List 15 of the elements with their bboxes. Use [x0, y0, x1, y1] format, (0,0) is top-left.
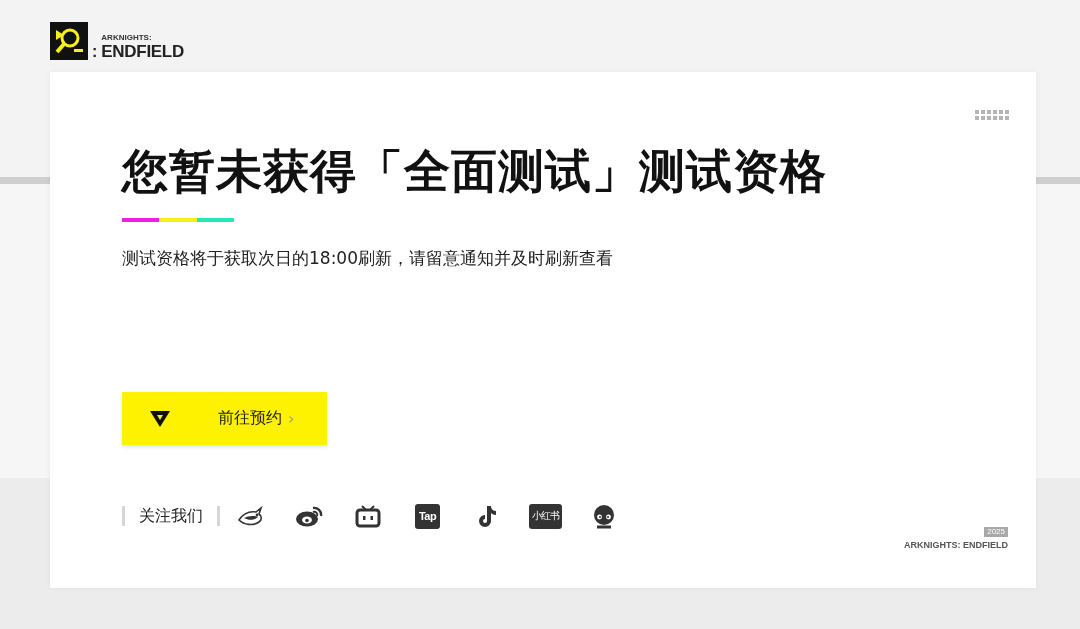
social-link[interactable]: Tap [415, 503, 440, 529]
follow-label: 关注我们 [139, 505, 203, 527]
dot-grid-icon [975, 110, 1009, 121]
year-badge: 2025 [984, 527, 1008, 537]
logo-subtitle: ARKNIGHTS: [101, 33, 152, 43]
tv-icon[interactable] [354, 502, 382, 530]
social-link[interactable]: 小红书 [529, 503, 562, 529]
reserve-button[interactable]: 前往预约 › [122, 392, 327, 445]
brand-text: ARKNIGHTS: ENDFIELD [904, 540, 1008, 550]
logo-colon: : [92, 44, 98, 60]
notice-title: 您暂未获得「全面测试」测试资格 [122, 143, 828, 200]
notice-message: 测试资格将于获取次日的18:00刷新，请留意通知并及时刷新查看 [122, 247, 614, 270]
logo-title: ENDFIELD [101, 43, 184, 60]
triangle-icon [150, 410, 170, 427]
logo-icon [50, 22, 88, 60]
